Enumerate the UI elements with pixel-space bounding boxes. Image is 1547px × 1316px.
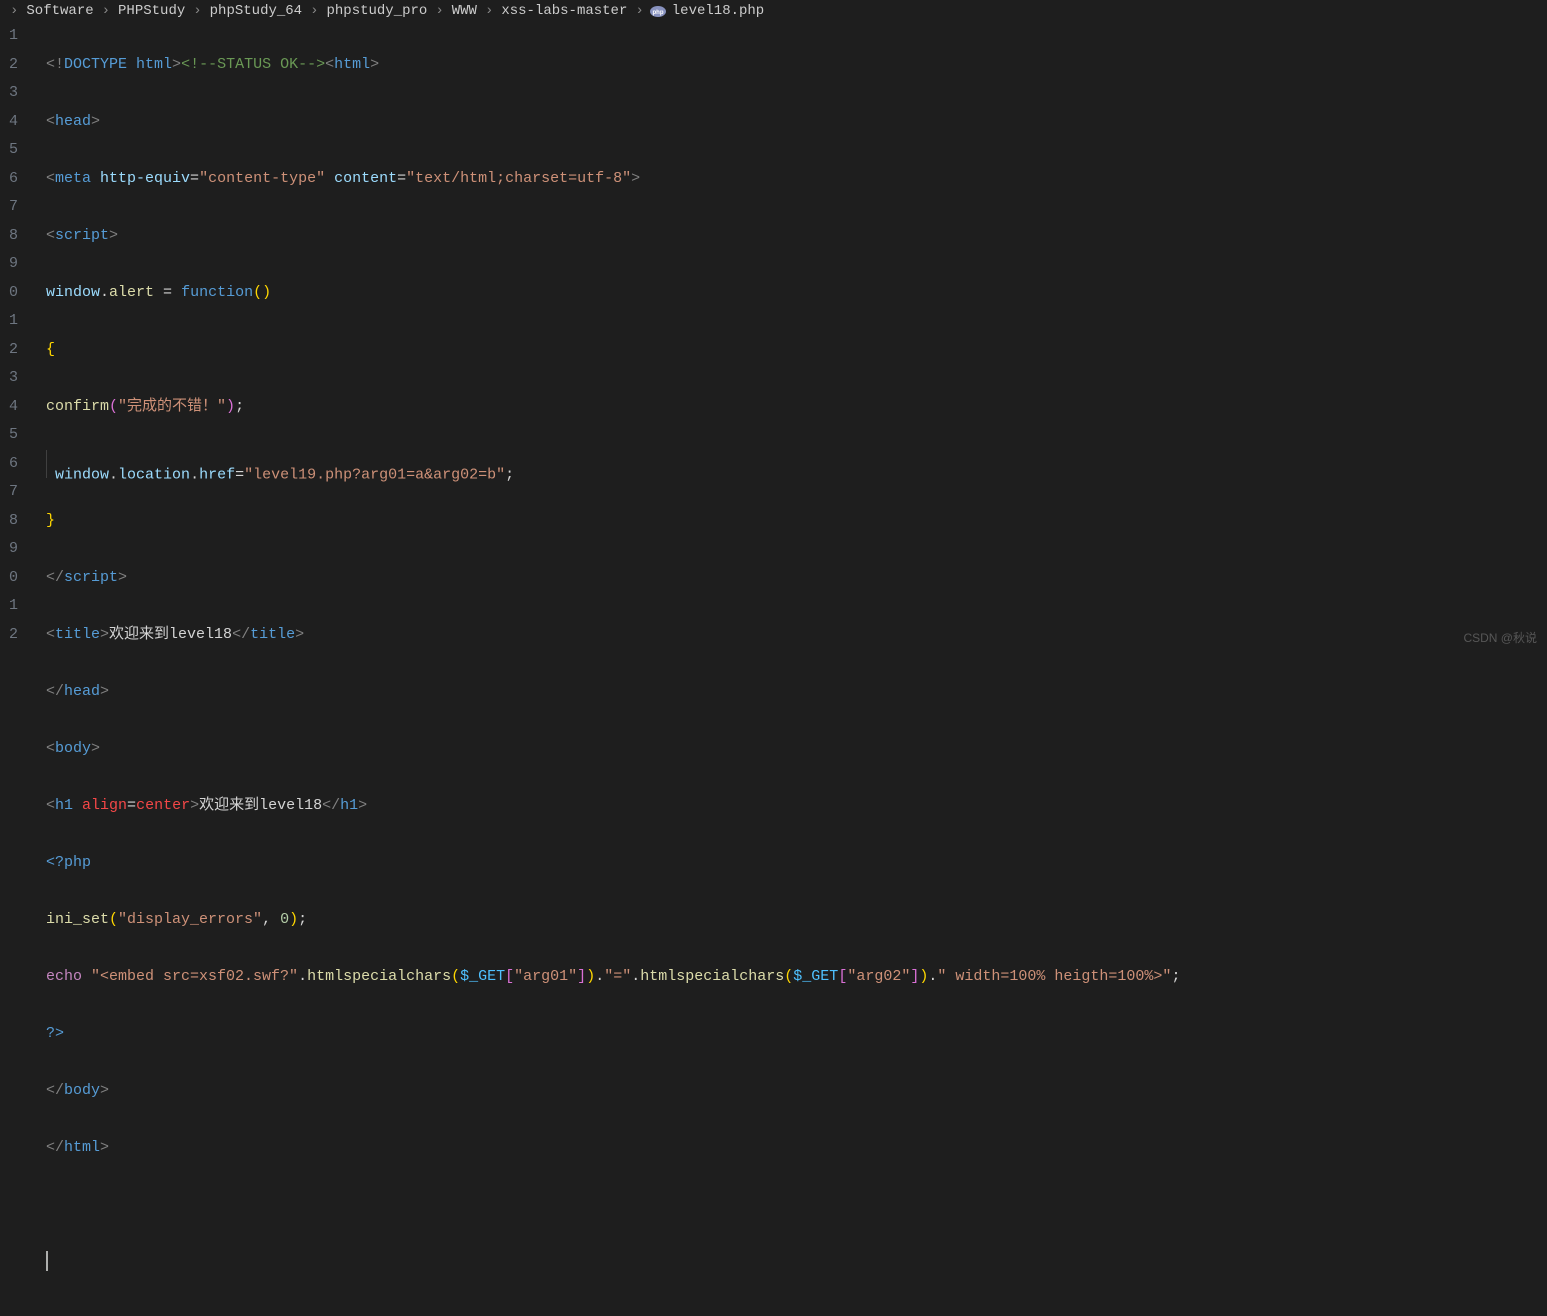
line-number: 4 xyxy=(0,108,18,137)
code-line[interactable]: } xyxy=(46,507,1547,536)
line-number: 5 xyxy=(0,136,18,165)
line-number: 1 xyxy=(0,22,18,51)
breadcrumb-sep: › xyxy=(485,0,493,24)
code-line[interactable]: ini_set("display_errors", 0); xyxy=(46,906,1547,935)
line-number: 3 xyxy=(0,364,18,393)
code-line[interactable]: ?> xyxy=(46,1020,1547,1049)
code-line[interactable]: echo "<embed src=xsf02.swf?".htmlspecial… xyxy=(46,963,1547,992)
line-number: 1 xyxy=(0,592,18,621)
code-line[interactable]: window.alert = function() xyxy=(46,279,1547,308)
line-number: 1 xyxy=(0,307,18,336)
code-line[interactable]: <body> xyxy=(46,735,1547,764)
breadcrumb-item[interactable]: Software xyxy=(24,0,95,24)
code-line[interactable]: <!DOCTYPE html><!--STATUS OK--><html> xyxy=(46,51,1547,80)
text-cursor xyxy=(46,1251,48,1271)
line-number-gutter: 1 2 3 4 5 6 7 8 9 0 1 2 3 4 5 6 7 8 9 0 … xyxy=(0,22,28,658)
line-number: 6 xyxy=(0,165,18,194)
breadcrumb-sep: › xyxy=(10,0,18,24)
code-content[interactable]: <!DOCTYPE html><!--STATUS OK--><html> <h… xyxy=(28,22,1547,658)
code-line[interactable]: <head> xyxy=(46,108,1547,137)
code-line[interactable]: <?php xyxy=(46,849,1547,878)
line-number: 2 xyxy=(0,336,18,365)
breadcrumb-item[interactable]: xss-labs-master xyxy=(499,0,629,24)
code-line[interactable]: </script> xyxy=(46,564,1547,593)
line-number: 5 xyxy=(0,421,18,450)
line-number: 3 xyxy=(0,79,18,108)
breadcrumb-sep: › xyxy=(635,0,643,24)
breadcrumb-item[interactable]: PHPStudy xyxy=(116,0,187,24)
line-number: 9 xyxy=(0,250,18,279)
code-line[interactable]: </body> xyxy=(46,1077,1547,1106)
line-number: 8 xyxy=(0,507,18,536)
breadcrumb-sep: › xyxy=(102,0,110,24)
code-line[interactable]: { xyxy=(46,336,1547,365)
code-line[interactable]: </head> xyxy=(46,678,1547,707)
code-line[interactable]: <script> xyxy=(46,222,1547,251)
breadcrumb-item[interactable]: WWW xyxy=(450,0,479,24)
line-number: 6 xyxy=(0,450,18,479)
line-number: 7 xyxy=(0,478,18,507)
code-editor[interactable]: 1 2 3 4 5 6 7 8 9 0 1 2 3 4 5 6 7 8 9 0 … xyxy=(0,22,1547,658)
line-number: 2 xyxy=(0,621,18,650)
line-number: 9 xyxy=(0,535,18,564)
svg-text:php: php xyxy=(652,10,663,16)
code-line[interactable] xyxy=(46,1191,1547,1220)
line-number: 8 xyxy=(0,222,18,251)
code-line[interactable]: confirm("完成的不错！"); xyxy=(46,393,1547,422)
code-line[interactable]: <meta http-equiv="content-type" content=… xyxy=(46,165,1547,194)
code-line[interactable]: </html> xyxy=(46,1134,1547,1163)
code-line-cursor[interactable] xyxy=(46,1248,1547,1277)
watermark: CSDN @秋说 xyxy=(1463,627,1537,650)
line-number: 0 xyxy=(0,279,18,308)
breadcrumb-sep: › xyxy=(310,0,318,24)
breadcrumb-file[interactable]: level18.php xyxy=(670,0,766,24)
code-line[interactable]: window.location.href="level19.php?arg01=… xyxy=(46,450,1547,479)
code-line[interactable]: <h1 align=center>欢迎来到level18</h1> xyxy=(46,792,1547,821)
line-number: 4 xyxy=(0,393,18,422)
line-number: 7 xyxy=(0,193,18,222)
breadcrumb-item[interactable]: phpstudy_pro xyxy=(324,0,429,24)
breadcrumb: › Software › PHPStudy › phpStudy_64 › ph… xyxy=(0,0,1547,22)
breadcrumb-sep: › xyxy=(435,0,443,24)
breadcrumb-item[interactable]: phpStudy_64 xyxy=(208,0,304,24)
php-file-icon: php xyxy=(650,3,666,19)
breadcrumb-sep: › xyxy=(193,0,201,24)
line-number: 2 xyxy=(0,51,18,80)
line-number: 0 xyxy=(0,564,18,593)
code-line[interactable]: <title>欢迎来到level18</title> xyxy=(46,621,1547,650)
